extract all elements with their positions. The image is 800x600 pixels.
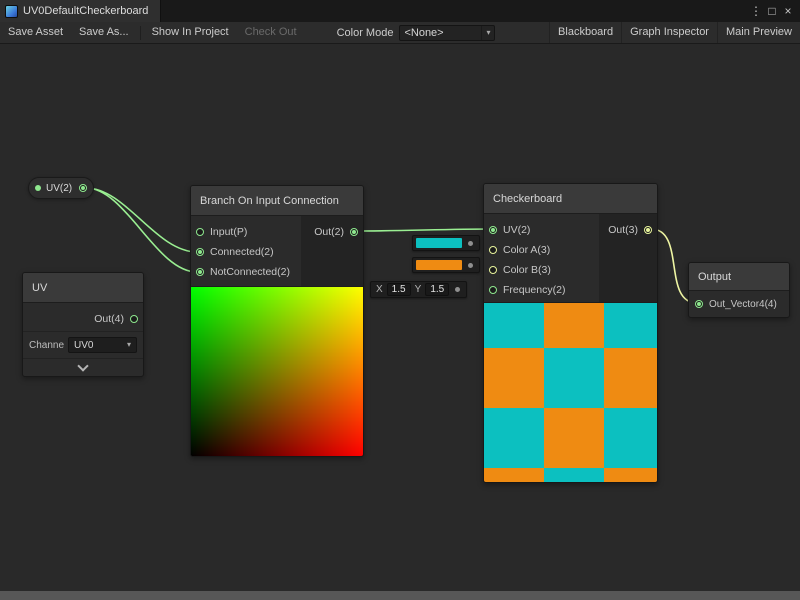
connector-dot-icon [455, 287, 460, 292]
node-branch-on-input-connection[interactable]: Branch On Input Connection Input(P) Conn… [190, 185, 364, 457]
main-preview-toggle-button[interactable]: Main Preview [717, 22, 800, 43]
color-mode-value: <None> [404, 27, 443, 39]
graph-inspector-toggle-button[interactable]: Graph Inspector [621, 22, 717, 43]
output-node-title: Output [698, 271, 731, 283]
node-uv2-pill[interactable]: UV(2) [28, 177, 94, 199]
toolbar: Save Asset Save As... Show In Project Ch… [0, 22, 800, 44]
uv-gradient-preview [191, 286, 363, 456]
connector-dot-icon [468, 241, 473, 246]
uv-node-title: UV [32, 282, 47, 294]
port-color-a[interactable] [489, 246, 497, 254]
port-label-checker-uv: UV(2) [503, 224, 530, 236]
frequency-control: X 1.5 Y 1.5 [370, 281, 467, 298]
blackboard-toggle-button[interactable]: Blackboard [549, 22, 621, 43]
node-uv[interactable]: UV Out(4) Channe UV0 ▾ [22, 272, 144, 377]
save-asset-button[interactable]: Save Asset [0, 22, 71, 43]
port-label-color-a: Color A(3) [503, 244, 550, 256]
maximize-icon[interactable]: □ [764, 0, 780, 22]
connector-dot-icon [468, 263, 473, 268]
color-a-control [412, 235, 480, 251]
node-output[interactable]: Output Out_Vector4(4) [688, 262, 790, 318]
branch-node-header[interactable]: Branch On Input Connection [191, 186, 363, 216]
checkerboard-ports-section: UV(2) Color A(3) Color B(3) Frequency(2)… [484, 214, 657, 302]
port-out-vector4[interactable] [695, 300, 703, 308]
port-label-input-p: Input(P) [210, 226, 247, 238]
check-out-button: Check Out [237, 22, 305, 43]
port-label-connected: Connected(2) [210, 246, 274, 258]
color-b-control [412, 257, 480, 273]
channel-control-row: Channe UV0 ▾ [23, 331, 143, 358]
port-input-p[interactable] [196, 228, 204, 236]
port-out4[interactable] [130, 315, 138, 323]
node-checkerboard[interactable]: Checkerboard UV(2) Color A(3) Color B(3)… [483, 183, 658, 483]
frequency-x-field[interactable]: 1.5 [387, 283, 411, 296]
frequency-y-label: Y [415, 284, 422, 295]
save-as-button[interactable]: Save As... [71, 22, 137, 43]
toolbar-separator [140, 26, 141, 40]
channel-dropdown[interactable]: UV0 ▾ [68, 337, 137, 353]
collapse-chevron-icon[interactable] [77, 360, 88, 371]
close-icon[interactable]: × [780, 0, 796, 22]
port-notconnected[interactable] [196, 268, 204, 276]
chevron-down-icon: ▾ [123, 338, 131, 352]
color-a-swatch[interactable] [416, 238, 462, 248]
output-port-row: Out_Vector4(4) [689, 291, 789, 317]
graph-canvas[interactable]: UV(2) UV Out(4) Channe UV0 ▾ Branch On I… [0, 0, 800, 600]
port-frequency[interactable] [489, 286, 497, 294]
shader-graph-icon [5, 5, 18, 18]
port-label-color-b: Color B(3) [503, 264, 551, 276]
port-color-b[interactable] [489, 266, 497, 274]
show-in-project-button[interactable]: Show In Project [144, 22, 237, 43]
menu-kebab-icon[interactable]: ⋮ [748, 0, 764, 22]
property-dot-icon [35, 185, 41, 191]
branch-node-title: Branch On Input Connection [200, 195, 339, 207]
output-node-header[interactable]: Output [689, 263, 789, 291]
checkerboard-preview [484, 302, 657, 482]
tab-bar: UV0DefaultCheckerboard ⋮ □ × [0, 0, 800, 22]
channel-label: Channe [29, 340, 64, 351]
port-label-notconnected: NotConnected(2) [210, 266, 290, 278]
port-label-out-vector4: Out_Vector4(4) [709, 299, 777, 310]
port-label-frequency: Frequency(2) [503, 284, 565, 296]
toolbar-right-group: Blackboard Graph Inspector Main Preview [549, 22, 800, 43]
port-checker-uv[interactable] [489, 226, 497, 234]
port-uv2-out[interactable] [79, 184, 87, 192]
edge-uv2-to-notconnected[interactable] [86, 188, 197, 272]
port-label-out3: Out(3) [608, 224, 638, 236]
uv-ports-section: Out(4) [23, 303, 143, 331]
channel-value: UV0 [74, 340, 93, 351]
window-controls: ⋮ □ × [748, 0, 800, 22]
port-out3[interactable] [644, 226, 652, 234]
checkerboard-node-header[interactable]: Checkerboard [484, 184, 657, 214]
color-mode-label: Color Mode [331, 27, 400, 39]
frequency-x-label: X [376, 284, 383, 295]
edge-branch-out-to-checker-uv[interactable] [357, 229, 491, 231]
chevron-down-icon: ▾ [481, 26, 490, 40]
branch-ports-section: Input(P) Connected(2) NotConnected(2) Ou… [191, 216, 363, 286]
uv-node-header[interactable]: UV [23, 273, 143, 303]
pill-label: UV(2) [46, 183, 72, 194]
window-bottom-strip [0, 591, 800, 600]
port-out2[interactable] [350, 228, 358, 236]
port-connected[interactable] [196, 248, 204, 256]
port-label-out2: Out(2) [314, 226, 344, 238]
tab-title: UV0DefaultCheckerboard [23, 5, 148, 17]
port-label-out4: Out(4) [94, 313, 124, 325]
frequency-y-field[interactable]: 1.5 [425, 283, 449, 296]
checkerboard-node-title: Checkerboard [493, 193, 562, 205]
color-b-swatch[interactable] [416, 260, 462, 270]
collapse-row [23, 358, 143, 376]
color-mode-dropdown[interactable]: <None> ▾ [399, 25, 495, 41]
edge-uv2-to-connected[interactable] [86, 188, 197, 252]
tab-uv0defaultcheckerboard[interactable]: UV0DefaultCheckerboard [0, 0, 161, 22]
